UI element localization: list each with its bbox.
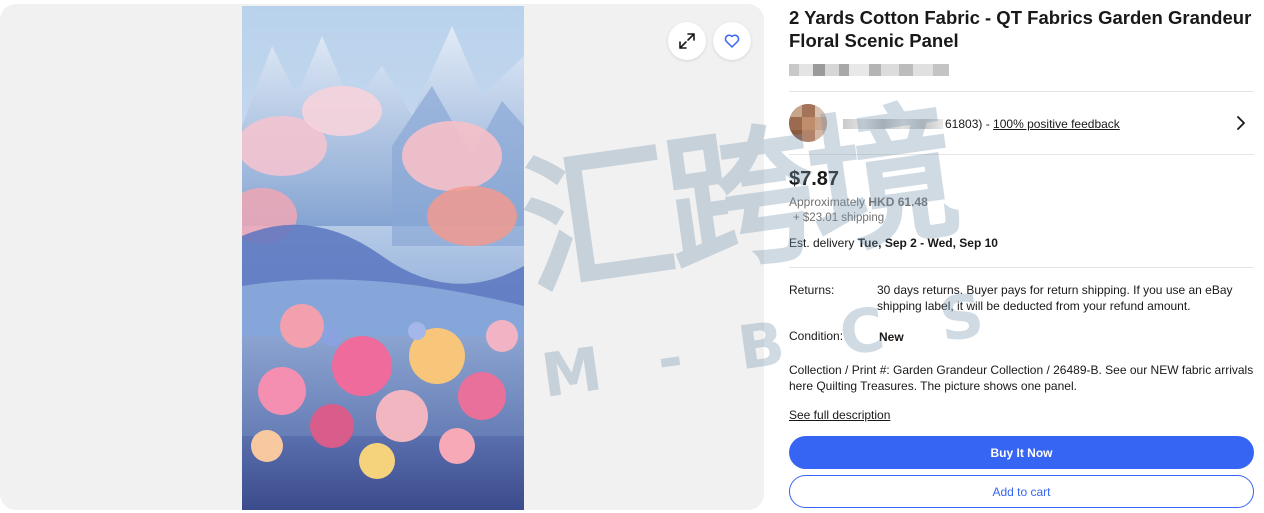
product-title: 2 Yards Cotton Fabric - QT Fabrics Garde… <box>789 7 1252 51</box>
expand-button[interactable] <box>668 22 706 60</box>
returns-label: Returns: <box>789 283 835 297</box>
item-subtitle-redacted <box>789 64 959 76</box>
heart-icon <box>724 34 740 48</box>
delivery-dates: Tue, Sep 2 - Wed, Sep 10 <box>857 236 998 250</box>
image-gallery <box>0 4 764 510</box>
add-to-cart-button[interactable]: Add to cart <box>789 475 1254 508</box>
see-full-description-link[interactable]: See full description <box>789 408 890 422</box>
seller-avatar[interactable] <box>789 104 827 142</box>
divider <box>789 154 1254 155</box>
condition-value: New <box>879 330 904 344</box>
expand-icon <box>679 33 695 49</box>
divider <box>789 267 1254 268</box>
seller-info: 61803) - 100% positive feedback <box>843 117 1120 131</box>
approx-value: HKD 61.48 <box>868 195 928 209</box>
item-description: Collection / Print #: Garden Grandeur Co… <box>789 363 1254 393</box>
approx-price: Approximately HKD 61.48 <box>789 195 928 209</box>
product-image[interactable] <box>242 6 524 510</box>
favorite-button[interactable] <box>713 22 751 60</box>
positive-feedback-link[interactable]: 100% positive feedback <box>993 117 1120 131</box>
seller-separator: - <box>982 117 994 131</box>
divider <box>789 91 1254 92</box>
returns-value: 30 days returns. Buyer pays for return s… <box>877 283 1233 313</box>
seller-feedback-count: 61803) <box>945 117 983 131</box>
item-price: $7.87 <box>789 168 840 190</box>
seller-card[interactable]: 61803) - 100% positive feedback <box>789 104 1254 144</box>
estimated-delivery: Est. delivery Tue, Sep 2 - Wed, Sep 10 <box>789 236 998 250</box>
delivery-prefix: Est. delivery <box>789 236 858 250</box>
seller-name-redacted <box>843 119 943 129</box>
approx-prefix: Approximately <box>789 195 869 209</box>
chevron-right-icon[interactable] <box>1235 114 1247 132</box>
buy-it-now-button[interactable]: Buy It Now <box>789 436 1254 469</box>
shipping-cost: + $23.01 shipping <box>793 212 885 224</box>
condition-label: Condition: <box>789 329 844 343</box>
